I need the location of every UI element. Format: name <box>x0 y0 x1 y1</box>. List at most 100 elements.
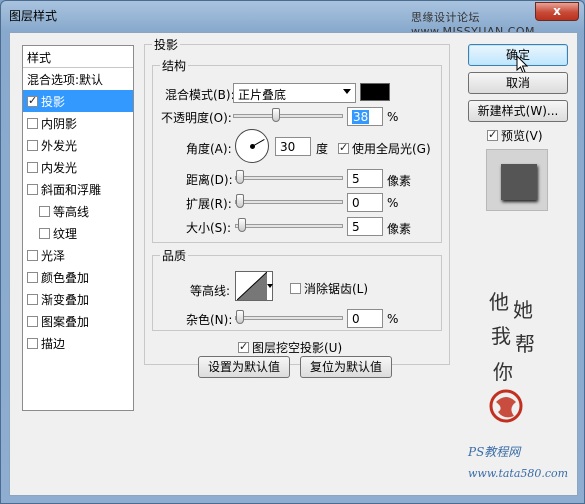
style-item-checkbox[interactable] <box>27 118 38 129</box>
style-item-checkbox[interactable] <box>27 250 38 261</box>
blend-mode-select[interactable]: 正片叠底 <box>233 83 356 103</box>
style-item-checkbox[interactable] <box>27 184 38 195</box>
style-item[interactable]: 图案叠加 <box>23 310 133 332</box>
antialias-checkbox[interactable]: 消除锯齿(L) <box>290 280 368 297</box>
angle-input[interactable]: 30 <box>275 137 311 156</box>
distance-value: 5 <box>352 172 360 186</box>
chevron-down-icon[interactable] <box>267 284 273 288</box>
style-item-checkbox[interactable] <box>39 228 50 239</box>
opacity-slider[interactable] <box>233 108 343 122</box>
size-value: 5 <box>352 220 360 234</box>
styles-list: 样式 混合选项:默认 投影内阴影外发光内发光斜面和浮雕等高线纹理光泽颜色叠加渐变… <box>22 45 134 411</box>
new-style-button[interactable]: 新建样式(W)... <box>468 100 568 122</box>
opacity-unit: % <box>387 110 399 124</box>
calligraphy-char: 我 <box>491 324 511 348</box>
spread-slider[interactable] <box>235 194 343 208</box>
chevron-down-icon <box>343 89 351 94</box>
cancel-button[interactable]: 取消 <box>468 72 568 94</box>
calligraphy-char: 他 <box>489 290 509 314</box>
drop-shadow-title: 投影 <box>152 36 181 53</box>
style-item-checkbox[interactable] <box>27 272 38 283</box>
style-item-label: 图案叠加 <box>41 315 90 329</box>
opacity-label: 不透明度(O): <box>161 111 232 125</box>
noise-value: 0 <box>352 312 360 326</box>
style-item[interactable]: 纹理 <box>23 222 133 244</box>
knockout-label: 图层挖空投影(U) <box>252 341 343 355</box>
distance-slider-thumb[interactable] <box>236 170 244 184</box>
knockout-checkbox[interactable]: 图层挖空投影(U) <box>238 339 342 356</box>
angle-dial-center <box>250 144 255 149</box>
style-item-label: 内发光 <box>41 161 78 175</box>
style-item[interactable]: 内发光 <box>23 156 133 178</box>
angle-dial[interactable] <box>235 129 269 163</box>
styles-header[interactable]: 样式 <box>23 46 133 68</box>
red-seal-stamp-icon <box>489 389 523 423</box>
style-item-checkbox[interactable] <box>27 94 38 107</box>
dialog-body: 样式 混合选项:默认 投影内阴影外发光内发光斜面和浮雕等高线纹理光泽颜色叠加渐变… <box>9 32 578 496</box>
blend-mode-label: 混合模式(B): <box>165 88 235 102</box>
global-light-check-icon[interactable] <box>338 141 349 154</box>
contour-picker[interactable] <box>235 271 273 301</box>
style-item-checkbox[interactable] <box>39 206 50 217</box>
distance-input[interactable]: 5 <box>347 169 383 188</box>
style-item-checkbox[interactable] <box>27 140 38 151</box>
opacity-slider-thumb[interactable] <box>272 108 280 122</box>
size-slider[interactable] <box>235 218 343 232</box>
noise-slider-thumb[interactable] <box>236 310 244 324</box>
antialias-check-icon[interactable] <box>290 283 301 294</box>
angle-unit: 度 <box>316 142 329 156</box>
spread-slider-thumb[interactable] <box>236 194 244 208</box>
preview-checkbox[interactable]: 预览(V) <box>487 127 543 144</box>
preview-thumbnail <box>486 149 548 211</box>
style-item[interactable]: 颜色叠加 <box>23 266 133 288</box>
antialias-label: 消除锯齿(L) <box>304 282 369 296</box>
title-bar[interactable]: 图层样式 思缘设计论坛 www.MISSYUAN.COM x <box>1 1 584 38</box>
reset-default-button[interactable]: 复位为默认值 <box>300 356 392 378</box>
spread-unit: % <box>387 196 399 210</box>
size-input[interactable]: 5 <box>347 217 383 236</box>
blend-mode-value: 正片叠底 <box>238 88 287 102</box>
contour-label: 等高线: <box>190 284 231 298</box>
style-item[interactable]: 描边 <box>23 332 133 354</box>
preview-check-icon[interactable] <box>487 128 498 141</box>
style-item-label: 投影 <box>41 95 66 109</box>
style-item-label: 渐变叠加 <box>41 293 90 307</box>
style-item-checkbox[interactable] <box>27 316 38 327</box>
angle-value: 30 <box>280 140 296 154</box>
style-item[interactable]: 外发光 <box>23 134 133 156</box>
blend-options-item[interactable]: 混合选项:默认 <box>23 68 133 90</box>
style-item[interactable]: 渐变叠加 <box>23 288 133 310</box>
contour-linear-icon <box>237 272 267 300</box>
size-unit: 像素 <box>387 222 412 236</box>
close-button[interactable]: x <box>535 2 579 21</box>
style-item-checkbox[interactable] <box>27 338 38 349</box>
calligraphy-char: 你 <box>493 360 513 384</box>
global-light-label: 使用全局光(G) <box>352 142 431 156</box>
style-item[interactable]: 内阴影 <box>23 112 133 134</box>
noise-input[interactable]: 0 <box>347 309 383 328</box>
style-item-label: 描边 <box>41 337 66 351</box>
size-slider-thumb[interactable] <box>238 218 246 232</box>
calligraphy-char: 她 <box>513 298 533 322</box>
style-item-checkbox[interactable] <box>27 162 38 173</box>
site-name-watermark: PS教程网 <box>468 445 521 459</box>
calligraphy-char: 帮 <box>515 332 535 356</box>
distance-label: 距离(D): <box>186 173 233 187</box>
opacity-input[interactable]: 38 <box>347 107 383 126</box>
shadow-color-swatch[interactable] <box>360 83 390 101</box>
style-item-label: 内阴影 <box>41 117 78 131</box>
style-item[interactable]: 光泽 <box>23 244 133 266</box>
style-item[interactable]: 投影 <box>23 90 133 112</box>
knockout-check-icon[interactable] <box>238 340 249 353</box>
window-title: 图层样式 <box>9 9 58 23</box>
style-item-label: 等高线 <box>53 205 90 219</box>
style-item-checkbox[interactable] <box>27 294 38 305</box>
style-item[interactable]: 等高线 <box>23 200 133 222</box>
noise-slider[interactable] <box>235 310 343 324</box>
make-default-button[interactable]: 设置为默认值 <box>198 356 290 378</box>
style-item[interactable]: 斜面和浮雕 <box>23 178 133 200</box>
style-item-label: 纹理 <box>53 227 78 241</box>
distance-slider[interactable] <box>235 170 343 184</box>
global-light-checkbox[interactable]: 使用全局光(G) <box>338 140 431 157</box>
spread-input[interactable]: 0 <box>347 193 383 212</box>
